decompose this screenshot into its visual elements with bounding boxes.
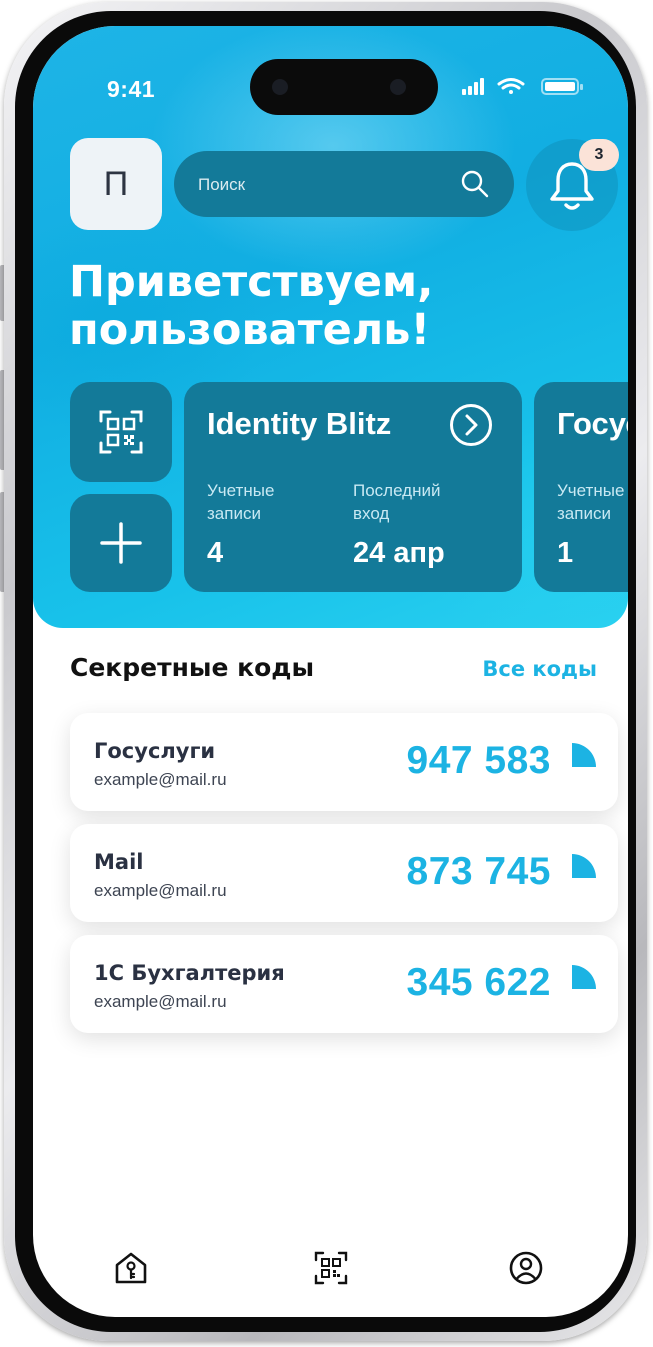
status-time: 9:41 bbox=[107, 76, 156, 102]
otp-code[interactable]: 873 745 bbox=[407, 850, 551, 894]
code-email: example@mail.ru bbox=[94, 770, 227, 789]
search-input[interactable] bbox=[196, 169, 450, 201]
scan-qr-button[interactable] bbox=[70, 382, 172, 482]
accounts-label: Учетные записи bbox=[557, 481, 625, 523]
code-email: example@mail.ru bbox=[94, 992, 227, 1011]
plus-icon bbox=[100, 522, 142, 564]
greeting-line-1: Приветствуем, bbox=[69, 257, 434, 307]
code-service-name: 1С Бухгалтерия bbox=[94, 961, 285, 985]
timer-pie-icon bbox=[572, 743, 596, 767]
otp-code[interactable]: 947 583 bbox=[407, 739, 551, 783]
greeting-line-2: пользователь! bbox=[69, 305, 431, 355]
qr-scan-icon bbox=[99, 410, 143, 454]
status-icons bbox=[462, 78, 583, 95]
add-account-button[interactable] bbox=[70, 494, 172, 592]
service-card-gosuslugi[interactable]: Госуслуги Учетные записи 1 bbox=[534, 382, 628, 592]
code-service-name: Госуслуги bbox=[94, 739, 216, 763]
phone-bezel: 9:41 П Поиск 3 Приветствуем, пользовател… bbox=[15, 11, 636, 1332]
last-login-value: 24 апр bbox=[353, 537, 445, 569]
code-email: example@mail.ru bbox=[94, 881, 227, 900]
phone-frame: 9:41 П Поиск 3 Приветствуем, пользовател… bbox=[4, 2, 647, 1341]
timer-pie-icon bbox=[572, 854, 596, 878]
avatar[interactable]: П bbox=[70, 138, 162, 230]
greeting-title: Приветствуем, пользователь! bbox=[69, 258, 609, 354]
search-icon[interactable] bbox=[460, 169, 490, 199]
chevron-right-icon bbox=[465, 414, 478, 436]
sensor-icon bbox=[390, 79, 406, 95]
notification-badge: 3 bbox=[579, 139, 619, 171]
service-card-title: Госуслуги bbox=[557, 406, 628, 441]
wifi-icon bbox=[497, 78, 525, 94]
code-service-name: Mail bbox=[94, 850, 144, 874]
last-login-label: Последний вход bbox=[353, 481, 441, 523]
otp-code[interactable]: 345 622 bbox=[407, 961, 551, 1005]
home-key-icon[interactable] bbox=[113, 1250, 149, 1286]
service-card-title: Identity Blitz bbox=[207, 406, 392, 441]
section-title: Секретные коды bbox=[70, 653, 315, 682]
all-codes-link[interactable]: Все коды bbox=[482, 657, 597, 681]
accounts-value: 4 bbox=[207, 537, 224, 569]
profile-icon[interactable] bbox=[508, 1250, 544, 1286]
code-card[interactable]: Mail example@mail.ru 873 745 bbox=[70, 824, 618, 922]
code-card[interactable]: 1С Бухгалтерия example@mail.ru 345 622 bbox=[70, 935, 618, 1033]
service-card-identity-blitz[interactable]: Identity Blitz Учетные записи 4 Последни… bbox=[184, 382, 522, 592]
battery-icon bbox=[541, 78, 583, 95]
dynamic-island bbox=[250, 59, 438, 115]
code-card[interactable]: Госуслуги example@mail.ru 947 583 bbox=[70, 713, 618, 811]
timer-pie-icon bbox=[572, 965, 596, 989]
open-service-button[interactable] bbox=[450, 404, 492, 446]
accounts-label: Учетные записи bbox=[207, 481, 275, 523]
signal-icon bbox=[462, 78, 484, 95]
app-screen: 9:41 П Поиск 3 Приветствуем, пользовател… bbox=[33, 26, 628, 1317]
search-bar[interactable] bbox=[174, 151, 514, 217]
accounts-value: 1 bbox=[557, 537, 574, 569]
qr-scan-icon[interactable] bbox=[313, 1250, 349, 1286]
camera-icon bbox=[272, 79, 288, 95]
